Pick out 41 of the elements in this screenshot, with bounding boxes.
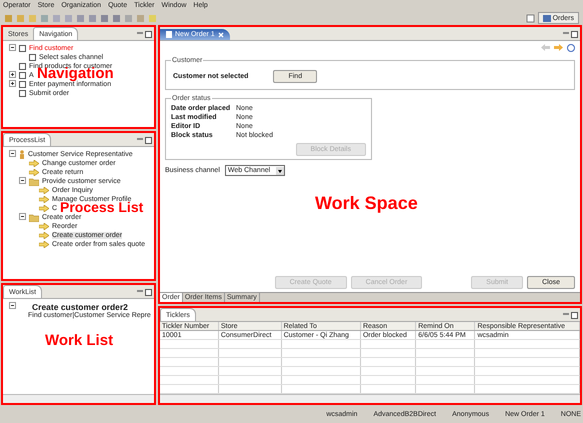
folder-icon — [29, 214, 39, 222]
work-item[interactable]: Create customer order2 — [32, 302, 128, 312]
maximize-icon[interactable] — [145, 137, 152, 144]
close-icon[interactable] — [218, 32, 224, 38]
collapse-icon[interactable] — [9, 302, 16, 309]
checkbox-icon — [19, 72, 26, 79]
checkbox-icon — [19, 90, 26, 97]
collapse-icon[interactable] — [9, 150, 16, 157]
open-perspective-icon[interactable] — [526, 14, 535, 22]
maximize-icon[interactable] — [145, 31, 152, 38]
maximize-icon[interactable] — [145, 289, 152, 296]
minimize-icon[interactable] — [563, 31, 569, 36]
window-icon — [542, 14, 551, 22]
minimize-icon[interactable] — [137, 31, 143, 36]
checkbox-icon — [19, 45, 26, 52]
collapse-icon[interactable] — [19, 177, 26, 184]
maximize-icon[interactable] — [571, 312, 578, 319]
annotation-label: Process List — [60, 202, 144, 212]
collapse-icon[interactable] — [19, 213, 26, 220]
forward-icon[interactable] — [554, 44, 563, 51]
back-icon[interactable] — [541, 44, 550, 51]
checkbox-icon — [29, 54, 36, 61]
annotation-label: Work List — [45, 335, 114, 346]
annotation-label: Work Space — [315, 197, 418, 210]
dropdown-icon — [276, 166, 284, 174]
maximize-icon[interactable] — [571, 31, 578, 38]
folder-icon — [29, 178, 39, 186]
minimize-icon[interactable] — [137, 137, 143, 142]
scrollbar[interactable] — [160, 394, 580, 403]
expand-icon[interactable] — [9, 80, 16, 87]
help-icon[interactable] — [567, 44, 575, 52]
expand-icon[interactable] — [9, 71, 16, 78]
checkbox-icon — [19, 81, 26, 88]
annotation-label: Navigation — [37, 68, 114, 80]
checkbox-icon — [19, 63, 26, 70]
person-icon — [19, 150, 25, 159]
collapse-icon[interactable] — [9, 44, 16, 51]
minimize-icon[interactable] — [563, 312, 569, 317]
document-icon — [166, 31, 172, 38]
minimize-icon[interactable] — [137, 289, 143, 294]
scrollbar[interactable] — [3, 394, 154, 403]
